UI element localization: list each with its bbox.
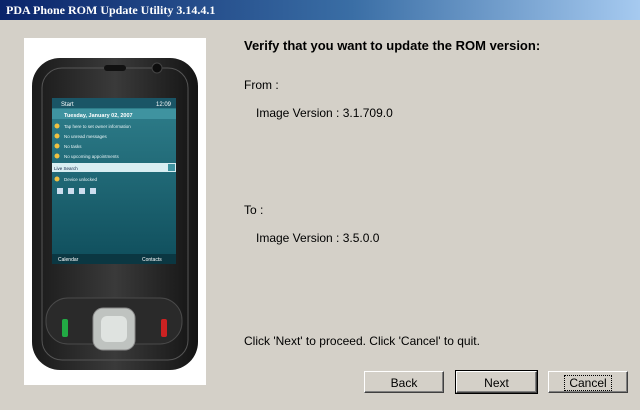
back-button-label: Back — [390, 376, 418, 390]
screen-search: Live Search — [54, 166, 78, 171]
device-image-panel: Start 12:09 Tuesday, January 02, 2007 Ta… — [24, 38, 206, 385]
back-button[interactable]: Back — [364, 371, 444, 393]
screen-date: Tuesday, January 02, 2007 — [64, 113, 133, 119]
screen-softkey-right: Contacts — [142, 257, 162, 263]
to-label: To : — [244, 203, 264, 217]
screen-softkey-left: Calendar — [58, 257, 79, 263]
next-button-label: Next — [484, 376, 509, 390]
cancel-button-label: Cancel — [564, 375, 612, 391]
window-title: PDA Phone ROM Update Utility 3.14.4.1 — [0, 0, 640, 20]
next-button[interactable]: Next — [455, 370, 538, 394]
screen-appointments: No upcoming appointments — [64, 154, 120, 159]
from-label: From : — [244, 78, 279, 92]
screen-owner: Tap here to set owner information — [64, 124, 131, 129]
cancel-button[interactable]: Cancel — [548, 371, 628, 393]
screen-tasks: No tasks — [64, 144, 82, 149]
rom-update-window: PDA Phone ROM Update Utility 3.14.4.1 St… — [0, 0, 640, 410]
pda-phone-image: Start 12:09 Tuesday, January 02, 2007 Ta… — [32, 58, 198, 370]
screen-start: Start — [61, 102, 74, 108]
instructions-text: Click 'Next' to proceed. Click 'Cancel' … — [244, 334, 480, 348]
from-version: Image Version : 3.1.709.0 — [256, 106, 393, 120]
page-heading: Verify that you want to update the ROM v… — [244, 38, 541, 53]
screen-messages: No unread messages — [64, 134, 108, 139]
screen-time: 12:09 — [156, 102, 172, 108]
to-version: Image Version : 3.5.0.0 — [256, 231, 380, 245]
screen-device: Device unlocked — [64, 177, 98, 182]
